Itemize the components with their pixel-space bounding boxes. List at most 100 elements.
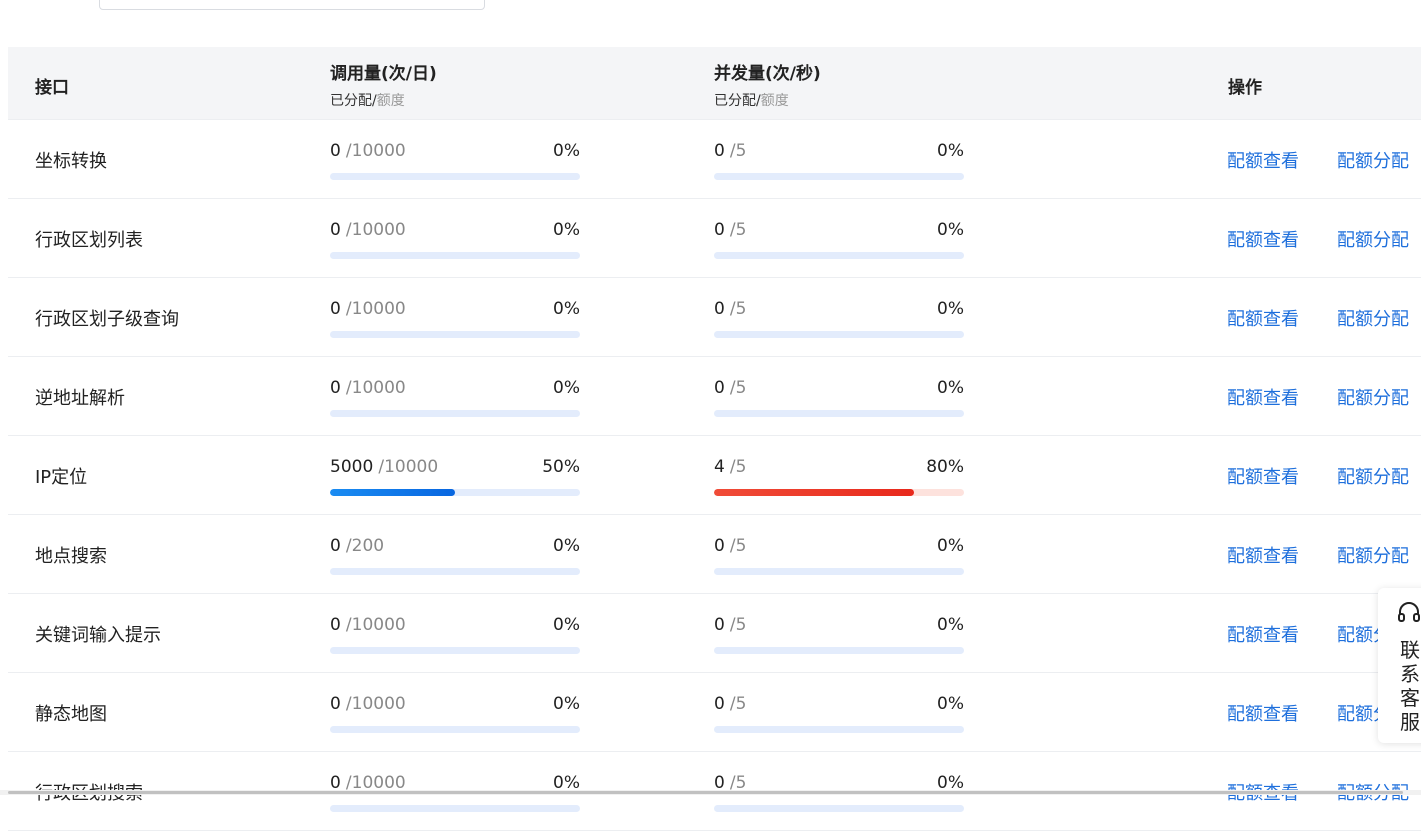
calls-quota: /200 bbox=[345, 536, 385, 556]
calls-percent: 0% bbox=[553, 378, 580, 398]
quota-view-link[interactable]: 配额查看 bbox=[1227, 305, 1299, 331]
calls-metric: 0 /10000 0% bbox=[330, 615, 580, 655]
concurrency-percent: 0% bbox=[937, 536, 964, 556]
calls-metric: 5000 /10000 50% bbox=[330, 457, 580, 497]
table-row: 逆地址解析 0 /10000 0% 0 /5 0% 配额查看 配额分配 bbox=[8, 357, 1421, 436]
api-name: 坐标转换 bbox=[35, 151, 107, 172]
concurrency-progress-bar bbox=[714, 489, 964, 496]
header-calls: 调用量(次/日) bbox=[330, 64, 437, 84]
calls-used: 0 bbox=[330, 378, 341, 398]
quota-view-link[interactable]: 配额查看 bbox=[1227, 226, 1299, 252]
quota-assign-link[interactable]: 配额分配 bbox=[1337, 542, 1409, 568]
concurrency-progress-bar bbox=[714, 568, 964, 575]
concurrency-progress-bar bbox=[714, 647, 964, 654]
api-name: 行政区划子级查询 bbox=[35, 309, 179, 330]
search-input[interactable] bbox=[99, 0, 485, 10]
quota-view-link[interactable]: 配额查看 bbox=[1227, 463, 1299, 489]
quota-view-link[interactable]: 配额查看 bbox=[1227, 621, 1299, 647]
table-row: 行政区划列表 0 /10000 0% 0 /5 0% 配额查看 配额分配 bbox=[8, 199, 1421, 278]
quota-assign-link[interactable]: 配额分配 bbox=[1337, 147, 1409, 173]
calls-percent: 0% bbox=[553, 299, 580, 319]
table-row: 地点搜索 0 /200 0% 0 /5 0% 配额查看 配额分配 bbox=[8, 515, 1421, 594]
calls-metric: 0 /10000 0% bbox=[330, 694, 580, 734]
calls-quota: /10000 bbox=[345, 694, 406, 714]
concurrency-percent: 0% bbox=[937, 615, 964, 635]
header-ops: 操作 bbox=[1228, 78, 1262, 98]
calls-metric: 0 /10000 0% bbox=[330, 141, 580, 181]
table-row: IP定位 5000 /10000 50% 4 /5 80% 配额查看 配额分配 bbox=[8, 436, 1421, 515]
quota-view-link[interactable]: 配额查看 bbox=[1227, 542, 1299, 568]
concurrency-metric: 0 /5 0% bbox=[714, 615, 964, 655]
calls-quota: /10000 bbox=[345, 141, 406, 161]
calls-used: 0 bbox=[330, 299, 341, 319]
calls-metric: 0 /10000 0% bbox=[330, 220, 580, 260]
calls-progress-bar bbox=[330, 489, 580, 496]
quota-view-link[interactable]: 配额查看 bbox=[1227, 700, 1299, 726]
concurrency-percent: 0% bbox=[937, 220, 964, 240]
calls-percent: 50% bbox=[542, 457, 580, 477]
calls-used: 0 bbox=[330, 141, 341, 161]
concurrency-used: 0 bbox=[714, 536, 725, 556]
header-api: 接口 bbox=[35, 78, 69, 98]
calls-quota: /10000 bbox=[345, 220, 406, 240]
concurrency-used: 4 bbox=[714, 457, 725, 477]
calls-used: 0 bbox=[330, 536, 341, 556]
scrollbar-thumb[interactable] bbox=[8, 791, 1403, 794]
concurrency-progress-bar bbox=[714, 252, 964, 259]
calls-metric: 0 /10000 0% bbox=[330, 299, 580, 339]
concurrency-used: 0 bbox=[714, 220, 725, 240]
concurrency-quota: /5 bbox=[729, 378, 747, 398]
calls-progress-bar bbox=[330, 568, 580, 575]
quota-assign-link[interactable]: 配额分配 bbox=[1337, 384, 1409, 410]
calls-quota: /10000 bbox=[345, 299, 406, 319]
calls-quota: /10000 bbox=[378, 457, 439, 477]
contact-support-label: 联系客服 bbox=[1400, 638, 1420, 734]
concurrency-metric: 4 /5 80% bbox=[714, 457, 964, 497]
table-body: 坐标转换 0 /10000 0% 0 /5 0% 配额查看 配额分配 行政区划列… bbox=[8, 120, 1421, 831]
calls-percent: 0% bbox=[553, 694, 580, 714]
quota-assign-link[interactable]: 配额分配 bbox=[1337, 463, 1409, 489]
concurrency-quota: /5 bbox=[729, 694, 747, 714]
concurrency-progress-bar bbox=[714, 410, 964, 417]
concurrency-quota: /5 bbox=[729, 536, 747, 556]
concurrency-quota: /5 bbox=[729, 141, 747, 161]
concurrency-used: 0 bbox=[714, 694, 725, 714]
concurrency-progress-bar bbox=[714, 331, 964, 338]
table-row: 静态地图 0 /10000 0% 0 /5 0% 配额查看 配额分配 bbox=[8, 673, 1421, 752]
quota-view-link[interactable]: 配额查看 bbox=[1227, 147, 1299, 173]
concurrency-percent: 80% bbox=[926, 457, 964, 477]
concurrency-percent: 0% bbox=[937, 694, 964, 714]
concurrency-used: 0 bbox=[714, 615, 725, 635]
horizontal-scrollbar[interactable] bbox=[0, 790, 1421, 795]
header-calls-sub: 已分配/额度 bbox=[330, 93, 405, 109]
calls-progress-bar bbox=[330, 805, 580, 812]
calls-percent: 0% bbox=[553, 536, 580, 556]
concurrency-used: 0 bbox=[714, 299, 725, 319]
calls-progress-fill bbox=[330, 489, 455, 496]
concurrency-metric: 0 /5 0% bbox=[714, 299, 964, 339]
calls-used: 0 bbox=[330, 694, 341, 714]
calls-metric: 0 /10000 0% bbox=[330, 378, 580, 418]
concurrency-progress-bar bbox=[714, 173, 964, 180]
calls-quota: /10000 bbox=[345, 615, 406, 635]
quota-table: 接口 调用量(次/日) 已分配/额度 并发量(次/秒) 已分配/额度 操作 坐标… bbox=[8, 47, 1421, 831]
concurrency-quota: /5 bbox=[729, 457, 747, 477]
concurrency-progress-bar bbox=[714, 805, 964, 812]
concurrency-progress-fill bbox=[714, 489, 914, 496]
api-name: 静态地图 bbox=[35, 704, 107, 725]
calls-percent: 0% bbox=[553, 220, 580, 240]
calls-progress-bar bbox=[330, 252, 580, 259]
calls-used: 0 bbox=[330, 615, 341, 635]
quota-view-link[interactable]: 配额查看 bbox=[1227, 384, 1299, 410]
calls-progress-bar bbox=[330, 726, 580, 733]
calls-quota: /10000 bbox=[345, 378, 406, 398]
calls-metric: 0 /200 0% bbox=[330, 536, 580, 576]
api-name: 关键词输入提示 bbox=[35, 625, 161, 646]
quota-assign-link[interactable]: 配额分配 bbox=[1337, 305, 1409, 331]
calls-percent: 0% bbox=[553, 141, 580, 161]
headset-icon bbox=[1396, 600, 1421, 626]
concurrency-metric: 0 /5 0% bbox=[714, 378, 964, 418]
calls-used: 5000 bbox=[330, 457, 374, 477]
quota-assign-link[interactable]: 配额分配 bbox=[1337, 226, 1409, 252]
contact-support-widget[interactable]: 联系客服 bbox=[1378, 588, 1421, 743]
